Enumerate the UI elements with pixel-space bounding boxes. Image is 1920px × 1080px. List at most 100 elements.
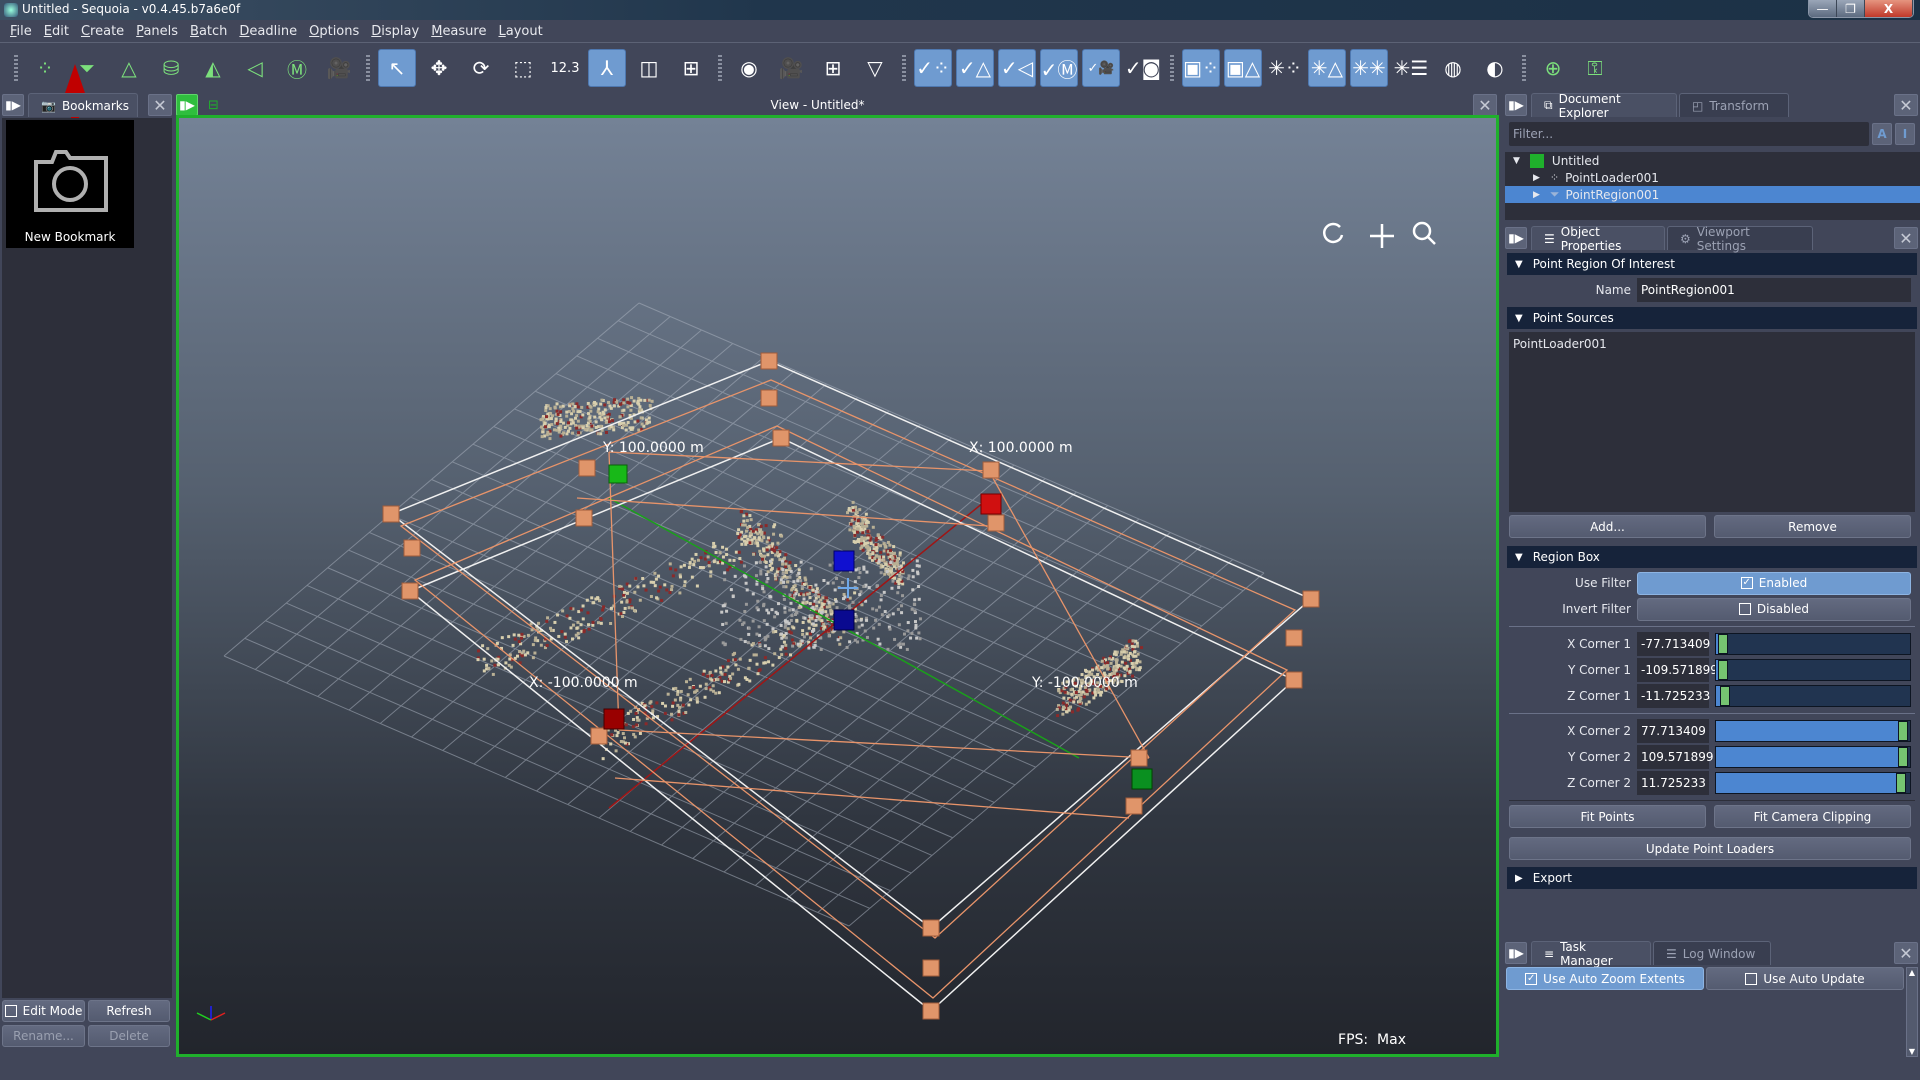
corner-slider[interactable] [1715, 772, 1911, 794]
corner-value-field[interactable]: 109.571899 [1637, 745, 1714, 769]
add-mesh-converter-button[interactable]: ◭ [194, 49, 232, 87]
restore-button[interactable]: ❐ [1837, 0, 1865, 17]
slider-handle[interactable] [1896, 773, 1907, 793]
task-scrollbar[interactable]: ▲ ▼ [1906, 967, 1918, 1057]
section-region-box[interactable]: ▼ Region Box [1507, 546, 1917, 568]
refresh-button[interactable]: Refresh [88, 1000, 170, 1022]
slider-handle[interactable] [1898, 721, 1909, 741]
toolbar-grip[interactable] [718, 55, 722, 81]
close-bookmarks-button[interactable]: ✕ [148, 94, 172, 116]
menu-layout[interactable]: Layout [498, 24, 542, 39]
show-camera-objects-button[interactable]: ✓🎥 [1082, 49, 1120, 87]
show-meshes-button[interactable]: ✓△ [956, 49, 994, 87]
grid-button[interactable]: ⊞ [672, 49, 710, 87]
invert-filter-toggle[interactable]: Disabled [1637, 597, 1911, 621]
add-mesher-button[interactable]: △ [110, 49, 148, 87]
move-tool-button[interactable]: ✥ [420, 49, 458, 87]
bookmark-item[interactable]: New Bookmark [6, 120, 134, 248]
toolbar-grip[interactable] [902, 55, 906, 81]
measure-tool-button[interactable]: 12.3 [546, 49, 584, 87]
slider-handle[interactable] [1717, 634, 1728, 654]
tree-item-untitled[interactable]: ▼ Untitled [1505, 152, 1920, 169]
mesh-lighting-button[interactable]: ✳△ [1308, 49, 1346, 87]
update-point-loaders-button[interactable]: Update Point Loaders [1509, 837, 1911, 860]
tab-bookmarks[interactable]: 📷 Bookmarks [28, 93, 138, 117]
clip-button[interactable]: ▽ [856, 49, 894, 87]
menu-file[interactable]: File [10, 24, 32, 39]
corner-slider[interactable] [1715, 746, 1911, 768]
expand-arrow-icon[interactable]: ▶ [1533, 190, 1540, 200]
grid-floor-button[interactable]: ⊞ [814, 49, 852, 87]
panel-float-button[interactable]: ▮▶ [1505, 94, 1527, 116]
edit-mode-checkbox[interactable]: Edit Mode [2, 1000, 85, 1022]
add-camera-button[interactable]: 🎥 [320, 49, 358, 87]
scale-tool-button[interactable]: ⬚ [504, 49, 542, 87]
add-mesh-loader-button[interactable]: ⛁ [152, 49, 190, 87]
tab-task-manager[interactable]: ≡ Task Manager [1531, 940, 1651, 968]
show-markers-button[interactable]: ✓Ⓜ [1040, 49, 1078, 87]
scroll-down-icon[interactable]: ▼ [1907, 1047, 1917, 1056]
menu-deadline[interactable]: Deadline [239, 24, 297, 39]
select-tool-button[interactable]: ↖ [378, 49, 416, 87]
add-source-button[interactable]: Add... [1509, 515, 1706, 538]
filter-alpha-button[interactable]: A [1872, 123, 1892, 145]
toolbar-grip[interactable] [366, 55, 370, 81]
delete-button[interactable]: Delete [88, 1025, 170, 1047]
close-window-button[interactable]: X [1865, 0, 1913, 17]
corner-value-field[interactable]: 77.713409 [1637, 719, 1709, 743]
rename-button[interactable]: Rename... [2, 1025, 85, 1047]
menu-create[interactable]: Create [81, 24, 124, 39]
tab-transform[interactable]: ◰ Transform [1679, 93, 1789, 117]
tab-viewport-settings[interactable]: ⚙ Viewport Settings [1667, 225, 1813, 253]
minimize-button[interactable]: — [1809, 0, 1837, 17]
toolbar-grip[interactable] [1522, 55, 1526, 81]
auto-update-toggle[interactable]: Use Auto Update [1706, 967, 1904, 990]
slider-handle[interactable] [1717, 660, 1728, 680]
corner-slider[interactable] [1715, 659, 1911, 681]
corner-slider[interactable] [1715, 720, 1911, 742]
add-camera-loader-button[interactable]: ◁ [236, 49, 274, 87]
slider-handle[interactable] [1898, 747, 1909, 767]
close-task-manager-button[interactable]: ✕ [1894, 942, 1918, 964]
panel-float-button[interactable]: ▮▶ [1505, 227, 1527, 249]
corner-value-field[interactable]: 11.725233 [1637, 771, 1709, 795]
filter-input[interactable]: Filter... [1509, 122, 1869, 146]
box-view-button[interactable]: ◫ [630, 49, 668, 87]
wireframe-sphere-button[interactable]: ◍ [1434, 49, 1472, 87]
panel-float-button[interactable]: ▮▶ [1505, 942, 1527, 964]
menu-measure[interactable]: Measure [431, 24, 486, 39]
use-filter-toggle[interactable]: ✓ Enabled [1637, 571, 1911, 595]
expand-arrow-icon[interactable]: ▶ [1533, 173, 1540, 183]
fit-camera-clipping-button[interactable]: Fit Camera Clipping [1714, 805, 1911, 828]
show-snapshots-button[interactable]: ✓◙ [1124, 49, 1162, 87]
toolbar-grip[interactable] [1170, 55, 1174, 81]
tree-item-pointregion[interactable]: ▶ ⏷ PointRegion001 [1505, 186, 1920, 203]
name-field[interactable]: PointRegion001 [1637, 278, 1911, 302]
menu-batch[interactable]: Batch [190, 24, 227, 39]
rotate-tool-button[interactable]: ⟳ [462, 49, 500, 87]
add-marker-button[interactable]: Ⓜ [278, 49, 316, 87]
remove-source-button[interactable]: Remove [1714, 515, 1911, 538]
headlight-button[interactable]: ✳☰ [1392, 49, 1430, 87]
menu-options[interactable]: Options [309, 24, 359, 39]
corner-value-field[interactable]: -109.571899 [1637, 658, 1718, 682]
panel-float-button[interactable]: ▮▶ [2, 94, 24, 116]
close-viewport-button[interactable]: ✕ [1473, 94, 1497, 116]
tree-item-pointloader[interactable]: ▶ ⁘ PointLoader001 [1505, 169, 1920, 186]
corner-slider[interactable] [1715, 633, 1911, 655]
menu-display[interactable]: Display [371, 24, 419, 39]
scroll-up-icon[interactable]: ▲ [1907, 968, 1917, 977]
add-point-loader-button[interactable]: ⁘ [26, 49, 64, 87]
corner-slider[interactable] [1715, 685, 1911, 707]
slider-handle[interactable] [1719, 686, 1730, 706]
show-cameras-button[interactable]: ✓◁ [998, 49, 1036, 87]
section-point-sources[interactable]: ▼ Point Sources [1507, 307, 1917, 329]
close-properties-button[interactable]: ✕ [1894, 227, 1918, 249]
camera-view-button[interactable]: 🎥 [772, 49, 810, 87]
light-lighting-button[interactable]: ✳✳ [1350, 49, 1388, 87]
fit-points-button[interactable]: Fit Points [1509, 805, 1706, 828]
toolbar-grip[interactable] [14, 55, 18, 81]
point-texture-button[interactable]: ▣⁘ [1182, 49, 1220, 87]
tab-log-window[interactable]: ☰ Log Window [1653, 941, 1771, 965]
mesh-texture-button[interactable]: ▣△ [1224, 49, 1262, 87]
